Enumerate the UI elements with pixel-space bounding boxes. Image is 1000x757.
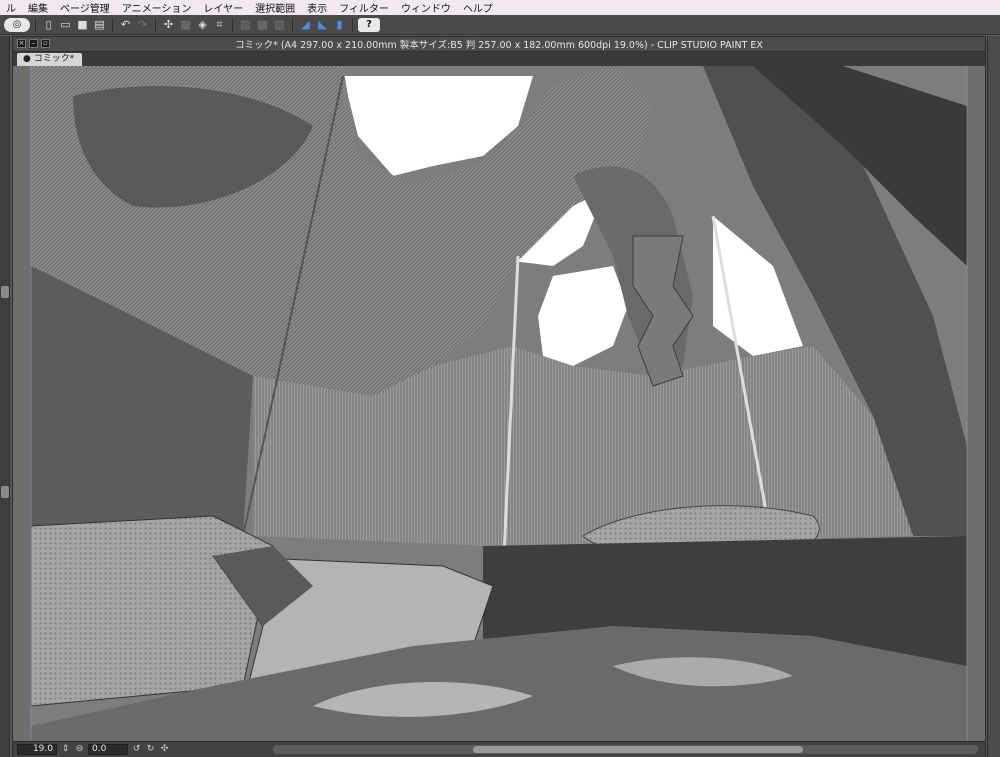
document-tab[interactable]: ● コミック*	[17, 53, 83, 66]
ruler-icon[interactable]: ◢	[298, 17, 313, 32]
right-panel-edge	[987, 36, 1000, 757]
menu-layer[interactable]: レイヤー	[197, 0, 249, 15]
perspective-icon[interactable]: ◣	[315, 17, 330, 32]
tab-dot-icon: ●	[23, 54, 34, 64]
toolbar-separator	[292, 17, 293, 32]
document-window: × – ▫ コミック* (A4 297.00 x 210.00mm 製本サイズ:…	[12, 36, 986, 757]
rock-block-left	[30, 515, 274, 707]
menu-file[interactable]: ル	[0, 0, 22, 15]
snap-grid-icon[interactable]: ▩	[255, 17, 270, 32]
zoom-out-icon[interactable]: ⊖	[74, 744, 85, 755]
toolbar-separator	[112, 17, 113, 32]
command-bar: ◎ ▯ ▭ ■ ▤ ↶ ↷ ✣ ▦ ◈ ⌗ ▨ ▩ ▧ ◢ ◣ ▮ ?	[0, 15, 1000, 35]
menu-help[interactable]: ヘルプ	[457, 0, 499, 15]
panel-handle[interactable]	[1, 286, 9, 298]
menu-view[interactable]: 表示	[301, 0, 333, 15]
zoom-field[interactable]: 19.0	[17, 744, 57, 755]
status-bar: 19.0 ⇕ ⊖ 0.0 ↺ ↻ ✣	[13, 741, 985, 757]
window-controls: × – ▫	[17, 39, 50, 48]
zoom-stepper-icon[interactable]: ⇕	[60, 744, 71, 755]
redo-icon[interactable]: ↷	[135, 17, 150, 32]
menu-page-management[interactable]: ページ管理	[54, 0, 116, 15]
menu-filter[interactable]: フィルター	[333, 0, 395, 15]
document-tab-label: コミック*	[33, 54, 75, 64]
rotation-field[interactable]: 0.0	[88, 744, 128, 755]
reset-rotation-icon[interactable]: ✣	[159, 744, 170, 755]
minimize-window-button[interactable]: –	[29, 39, 38, 48]
document-title: コミック* (A4 297.00 x 210.00mm 製本サイズ:B5 判 2…	[235, 40, 763, 51]
menu-selection[interactable]: 選択範囲	[249, 0, 301, 15]
open-folder-icon[interactable]: ▭	[58, 17, 73, 32]
print-icon[interactable]: ▤	[92, 17, 107, 32]
maximize-window-button[interactable]: ▫	[41, 39, 50, 48]
panel-handle[interactable]	[1, 486, 9, 498]
fill-icon[interactable]: ◈	[195, 17, 210, 32]
left-panel-edge	[0, 36, 10, 757]
toolbar-separator	[155, 17, 156, 32]
menu-animation[interactable]: アニメーション	[116, 0, 198, 15]
document-tab-bar: ● コミック*	[13, 52, 985, 66]
horizontal-scrollbar[interactable]	[273, 745, 978, 754]
select-icon[interactable]: ▦	[178, 17, 193, 32]
toolbar-separator	[232, 17, 233, 32]
undo-icon[interactable]: ↶	[118, 17, 133, 32]
menu-edit[interactable]: 編集	[22, 0, 54, 15]
clip-studio-logo-button[interactable]: ◎	[4, 17, 30, 32]
magnet-icon[interactable]: ▮	[332, 17, 347, 32]
transform-icon[interactable]: ✣	[161, 17, 176, 32]
rotate-right-icon[interactable]: ↻	[145, 744, 156, 755]
crop-icon[interactable]: ⌗	[212, 17, 227, 32]
scrollbar-thumb[interactable]	[473, 746, 803, 753]
toolbar-separator	[35, 17, 36, 32]
menu-window[interactable]: ウィンドウ	[395, 0, 457, 15]
rotate-left-icon[interactable]: ↺	[131, 744, 142, 755]
snap-special-icon[interactable]: ▧	[272, 17, 287, 32]
help-button[interactable]: ?	[358, 17, 380, 32]
canvas-artwork	[30, 66, 968, 741]
menu-bar: ル 編集 ページ管理 アニメーション レイヤー 選択範囲 表示 フィルター ウィ…	[0, 0, 1000, 15]
new-file-icon[interactable]: ▯	[41, 17, 56, 32]
snap-ruler-icon[interactable]: ▨	[238, 17, 253, 32]
canvas[interactable]	[13, 66, 985, 741]
document-title-bar: × – ▫ コミック* (A4 297.00 x 210.00mm 製本サイズ:…	[13, 37, 985, 52]
save-icon[interactable]: ■	[75, 17, 90, 32]
toolbar-separator	[352, 17, 353, 32]
close-window-button[interactable]: ×	[17, 39, 26, 48]
